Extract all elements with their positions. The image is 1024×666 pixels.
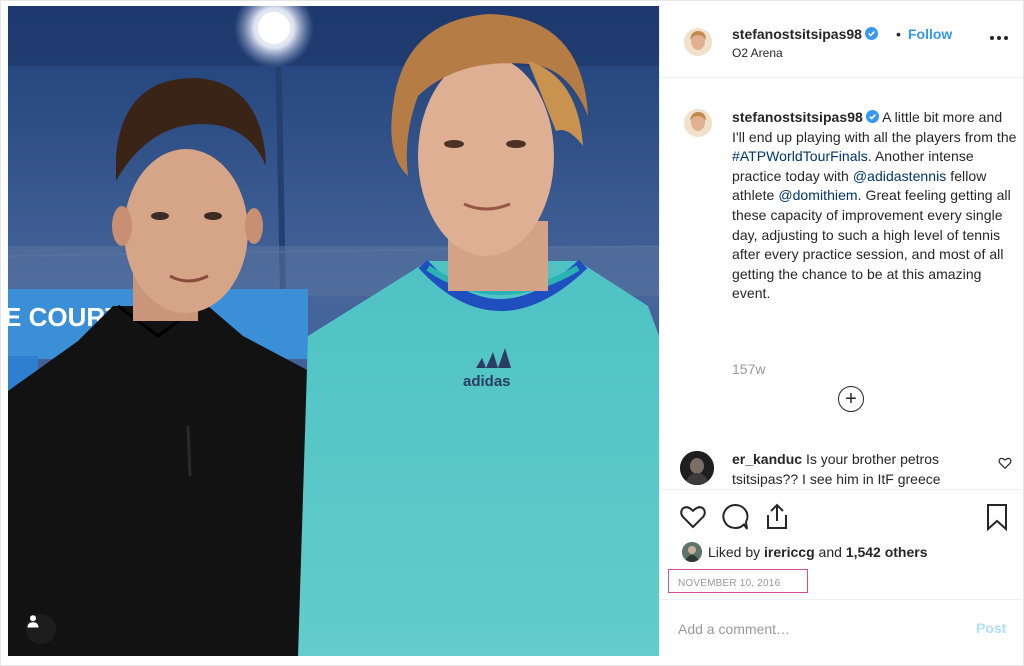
likes-middle: and [814,544,846,560]
shirt-logo: adidas [463,373,511,390]
header-separator: • [896,26,901,42]
comment-item: er_kanduc Is your brother petros tsitsip… [732,450,987,489]
post-photo[interactable]: E COURT 2 adidas [8,6,659,656]
user-tag-icon [27,615,39,628]
post-comment-button[interactable]: Post [976,620,1006,636]
photo-illustration: E COURT 2 adidas [8,6,659,656]
likes-prefix: Liked by [708,544,765,560]
commenter-username[interactable]: er_kanduc [732,451,802,467]
caption-username[interactable]: stefanostsitsipas98 [732,109,879,125]
caption-text: . Great feeling getting all these capaci… [732,187,1011,302]
like-button[interactable] [678,502,708,532]
post-date[interactable]: NOVEMBER 10, 2016 [678,578,780,589]
post-actions: Liked by irericcg and 1,542 others NOVEM… [660,489,1022,599]
share-icon [767,503,787,529]
comment-like-heart-icon[interactable] [998,456,1012,470]
more-options-button[interactable] [990,36,1008,42]
caption-time-ago: 157w [732,361,766,377]
author-avatar[interactable] [684,28,712,56]
liker-username[interactable]: irericcg [764,544,815,560]
save-button[interactable] [982,502,1012,532]
commenter-avatar[interactable] [680,451,714,485]
post-caption: stefanostsitsipas98 A little bit more an… [732,108,1017,304]
caption-author-avatar[interactable] [684,109,712,137]
share-button[interactable] [762,502,792,532]
verified-badge-icon [864,27,878,40]
verified-badge-icon [865,110,879,123]
liker-avatar [682,542,702,562]
likes-count[interactable]: 1,542 others [846,544,928,560]
more-horizontal-icon [990,36,994,40]
plus-circle-icon: + [845,388,857,410]
comments-section[interactable]: stefanostsitsipas98 A little bit more an… [660,79,1022,489]
post-header: stefanostsitsipas98 • Follow O2 Arena [660,6,1022,78]
heart-icon [680,506,706,529]
author-username[interactable]: stefanostsitsipas98 [732,26,878,42]
hashtag-link[interactable]: #ATPWorldTourFinals [732,148,868,164]
follow-button[interactable]: Follow [908,26,952,42]
post-window: E COURT 2 adidas stefanostsitsipas98 • F… [0,0,1024,666]
load-more-comments-button[interactable]: + [838,386,864,412]
mention-link[interactable]: @adidastennis [853,168,946,184]
post-side-panel: stefanostsitsipas98 • Follow O2 Arena st… [659,6,1022,656]
bookmark-icon [987,504,1007,532]
mention-link[interactable]: @domithiem [778,187,857,203]
user-tag-button[interactable] [26,614,56,644]
comment-input[interactable] [678,618,968,640]
comment-button[interactable] [720,502,750,532]
add-comment-bar: Post [660,599,1022,656]
comment-icon [722,503,749,530]
post-location[interactable]: O2 Arena [732,46,783,60]
likes-summary[interactable]: Liked by irericcg and 1,542 others [682,542,928,562]
